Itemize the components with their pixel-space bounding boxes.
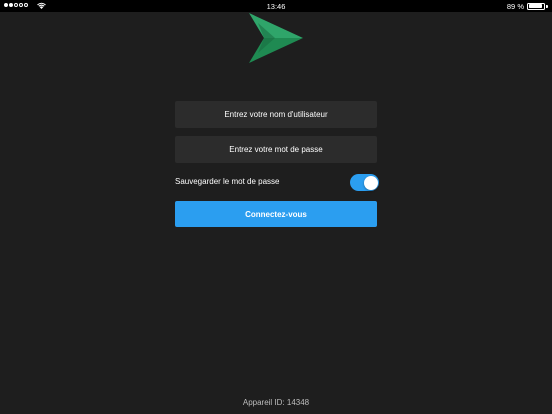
login-screen: 13:46 89 % Sauvegarder le mot de passe C… bbox=[0, 0, 552, 414]
password-input[interactable] bbox=[175, 136, 377, 163]
paper-plane-logo-icon bbox=[249, 13, 303, 63]
battery-percent: 89 % bbox=[506, 2, 524, 11]
save-password-toggle[interactable] bbox=[350, 174, 379, 191]
device-id-label: Appareil ID: 14348 bbox=[242, 398, 310, 407]
username-input[interactable] bbox=[175, 101, 377, 128]
battery-icon bbox=[527, 2, 545, 10]
battery-fill bbox=[528, 4, 542, 8]
connect-button[interactable]: Connectez-vous bbox=[175, 201, 377, 227]
save-password-label: Sauvegarder le mot de passe bbox=[175, 177, 280, 186]
toggle-knob bbox=[363, 175, 378, 190]
status-bar: 13:46 89 % bbox=[0, 0, 552, 12]
status-time: 13:46 bbox=[266, 2, 286, 11]
battery-tip bbox=[546, 4, 548, 8]
